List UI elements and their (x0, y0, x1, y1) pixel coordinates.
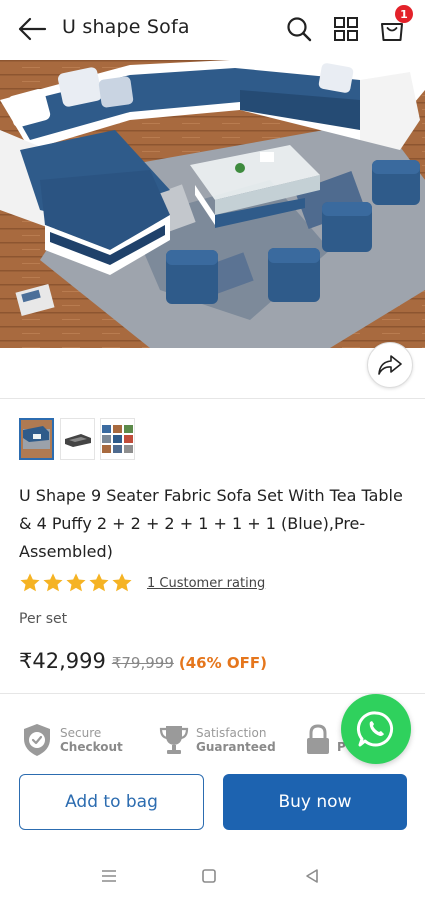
shield-check-icon (24, 724, 50, 756)
star-rating (19, 572, 134, 594)
customer-rating-link[interactable]: 1 Customer rating (147, 576, 265, 591)
satisfaction-badge: Satisfaction Guaranteed (158, 718, 276, 762)
triangle-back-icon (306, 869, 318, 883)
app-header: U shape Sofa 1 (0, 0, 425, 58)
back-button[interactable] (16, 14, 48, 44)
recent-apps-button[interactable] (97, 866, 121, 886)
product-title: U Shape 9 Seater Fabric Sofa Set With Te… (19, 486, 403, 561)
grid-icon (334, 17, 358, 41)
add-to-bag-button[interactable]: Add to bag (19, 774, 204, 830)
secure-checkout-badge: Secure Checkout (20, 718, 123, 762)
unit-label: Per set (19, 611, 68, 627)
price-row: ₹42,999 ₹79,999 (46% OFF) (19, 649, 267, 673)
home-button[interactable] (197, 866, 221, 886)
sofa-photo (0, 60, 425, 348)
whatsapp-chat-button[interactable] (341, 694, 411, 764)
menu-lines-icon (102, 870, 116, 882)
cart-button[interactable]: 1 (377, 5, 413, 44)
search-button[interactable] (284, 14, 314, 44)
share-arrow-icon (378, 355, 402, 375)
section-divider (0, 398, 425, 399)
share-button[interactable] (367, 342, 413, 388)
product-image[interactable] (0, 60, 425, 348)
arrow-left-icon (18, 17, 47, 41)
selling-price: ₹42,999 (19, 649, 106, 673)
sofa-grid-thumbnail-image (101, 419, 134, 459)
lock-icon (307, 724, 329, 754)
buy-now-button[interactable]: Buy now (223, 774, 407, 830)
section-divider (0, 693, 425, 694)
cart-count-badge: 1 (395, 5, 413, 23)
whatsapp-icon (356, 711, 394, 747)
thumbnail-2[interactable] (60, 418, 95, 460)
discount-label: (46% OFF) (178, 654, 267, 672)
rating-row: 1 Customer rating (19, 572, 265, 594)
thumbnail-3[interactable] (100, 418, 135, 460)
page-title: U shape Sofa (62, 16, 190, 38)
trophy-icon (159, 726, 189, 754)
search-icon (287, 17, 312, 42)
secure-payment-badge: P (305, 718, 346, 762)
sofa-diagram-thumbnail-image (61, 419, 94, 459)
star-icon (43, 573, 63, 592)
square-icon (202, 869, 216, 883)
sofa-thumbnail-image (21, 420, 52, 458)
categories-button[interactable] (331, 14, 361, 44)
star-icon (66, 573, 86, 592)
star-icon (20, 573, 40, 592)
thumbnail-1[interactable] (19, 418, 54, 460)
original-price: ₹79,999 (111, 654, 174, 672)
star-icon (112, 573, 132, 592)
back-nav-button[interactable] (300, 866, 324, 886)
secure-checkout-text: Secure Checkout (60, 726, 123, 754)
star-icon (89, 573, 109, 592)
satisfaction-text: Satisfaction Guaranteed (196, 726, 276, 754)
system-navigation-bar (0, 852, 425, 900)
